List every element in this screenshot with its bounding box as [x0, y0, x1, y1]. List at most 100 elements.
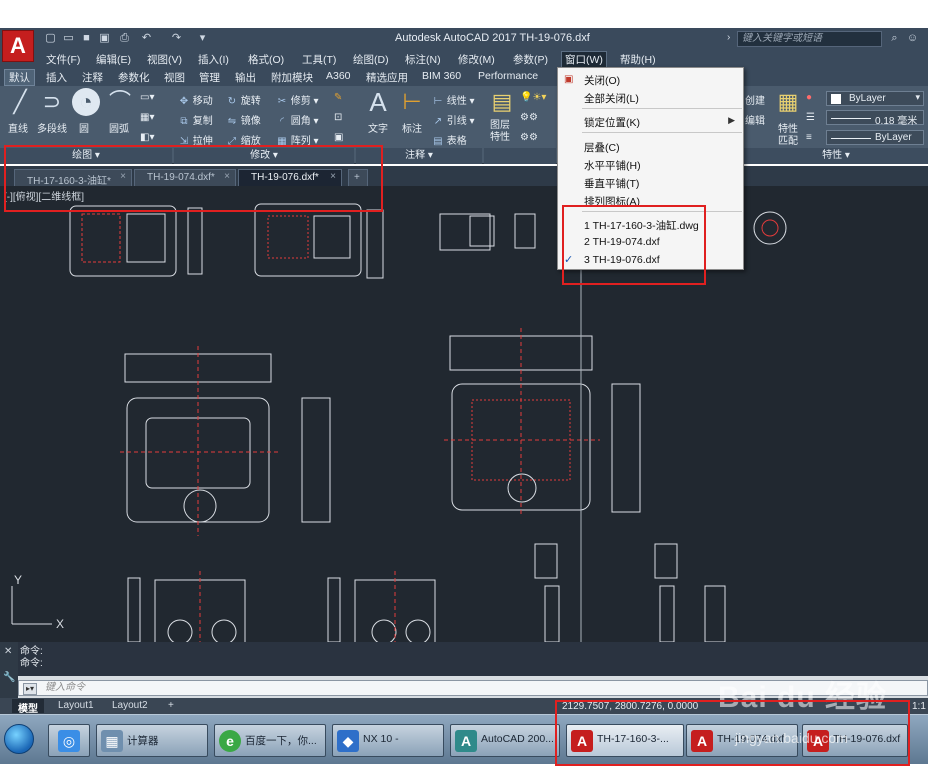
layer-properties-icon[interactable]: ▤ [488, 88, 516, 116]
taskbar-autocad-group[interactable]: A AutoCAD 200... [450, 724, 560, 757]
tab-performance[interactable]: Performance [478, 70, 538, 82]
menu-modify[interactable]: 修改(M) [458, 52, 495, 67]
taskbar-pinned-app[interactable]: ◎ [48, 724, 90, 757]
match-properties-label[interactable]: 匹配 [778, 132, 798, 147]
array-tool[interactable]: ▦ 阵列 ▾ [276, 132, 318, 147]
line-icon[interactable]: ╱ [6, 88, 34, 116]
tab-view[interactable]: 视图 [164, 70, 185, 85]
new-file-icon[interactable]: ▢ [44, 32, 57, 45]
menu-file[interactable]: 文件(F) [46, 52, 80, 67]
command-prompt-icon[interactable]: ▸▾ [23, 683, 37, 695]
tab-a360[interactable]: A360 [326, 70, 351, 82]
tab-manage[interactable]: 管理 [199, 70, 220, 85]
save-icon[interactable]: ■ [80, 32, 93, 45]
rectangle-icon[interactable]: ▭▾ [140, 92, 154, 103]
color-select[interactable]: ByLayer ▾ [826, 91, 924, 106]
workspace-icon[interactable]: ▾ [196, 32, 209, 45]
menu-item-cascade[interactable]: 层叠(C) [584, 140, 620, 155]
user-icon[interactable]: ☺ [906, 32, 919, 45]
menu-window[interactable]: 窗口(W) [561, 51, 607, 68]
linear-tool[interactable]: ⊢ 线性 ▾ [432, 92, 475, 107]
bulb-icon[interactable]: 💡☀▾ [520, 92, 546, 103]
drawing-canvas[interactable]: [-][俯视][二维线框] Y X [0, 186, 928, 642]
linetype-select[interactable]: ByLayer [826, 130, 924, 145]
leader-tool[interactable]: ↗ 引线 ▾ [432, 112, 475, 127]
save-as-icon[interactable]: ▣ [98, 32, 111, 45]
panel-title-annotation[interactable]: 注释 ▾ [356, 148, 482, 164]
doc-tab-3[interactable]: TH-19-076.dxf* × [238, 169, 342, 186]
menu-dimension[interactable]: 标注(N) [405, 52, 441, 67]
annotation-scale[interactable]: 1:1 [912, 701, 926, 712]
menu-item-lock-location[interactable]: 锁定位置(K) [584, 115, 640, 130]
tab-output[interactable]: 输出 [235, 70, 256, 85]
coordinate-readout[interactable]: 2129.7507, 2800.7276, 0.0000 [562, 701, 698, 712]
application-menu-button[interactable]: A [2, 30, 34, 62]
tab-featured-apps[interactable]: 精选应用 [366, 70, 408, 85]
doc-tab-1[interactable]: TH-17-160-3-油缸* × [14, 169, 132, 187]
search-input[interactable]: 键入关键字或短语 [737, 31, 882, 47]
dimension-tool-label[interactable]: 标注 [402, 120, 422, 135]
circle-tool-label[interactable]: 圆 [79, 120, 89, 135]
layer-tools-icon[interactable]: ⚙⚙ [520, 112, 538, 123]
taskbar-calculator[interactable]: ▦ 计算器 [96, 724, 208, 757]
line-tool-label[interactable]: 直线 [8, 120, 28, 135]
arc-tool-label[interactable]: 圆弧 [109, 120, 129, 135]
panel-title-draw[interactable]: 绘图 ▾ [0, 148, 172, 164]
new-tab-button[interactable]: + [348, 169, 368, 186]
menu-item-tile-horizontal[interactable]: 水平平铺(H) [584, 158, 641, 173]
start-button[interactable] [4, 724, 34, 754]
properties-icon[interactable]: ▦ [774, 88, 802, 116]
panel-title-modify[interactable]: 修改 ▾ [174, 148, 354, 164]
block-create-label[interactable]: 创建 [745, 92, 765, 107]
menu-view[interactable]: 视图(V) [147, 52, 182, 67]
tab-bim360[interactable]: BIM 360 [422, 70, 461, 82]
redo-icon[interactable]: ↷ [170, 32, 183, 45]
lineweight-select[interactable]: 0.18 毫米 [826, 110, 924, 127]
layer-match-icon[interactable]: ⚙⚙ [520, 132, 538, 143]
command-line-grip[interactable]: ✕ 🔧 [0, 642, 18, 698]
print-icon[interactable]: ⎙ [118, 32, 131, 45]
wrench-icon[interactable]: 🔧 [3, 672, 15, 683]
text-icon[interactable]: A [364, 88, 392, 116]
menu-parametric[interactable]: 参数(P) [513, 52, 548, 67]
menu-tools[interactable]: 工具(T) [302, 52, 336, 67]
close-icon[interactable]: × [120, 171, 126, 182]
menu-item-close-all[interactable]: 全部关闭(L) [584, 91, 639, 106]
undo-icon[interactable]: ↶ [140, 32, 153, 45]
tab-default[interactable]: 默认 [4, 69, 35, 86]
taskbar-doc-1[interactable]: A TH-17-160-3-... [566, 724, 684, 757]
add-layout-button[interactable]: + [162, 699, 180, 713]
menu-item-window-1[interactable]: 1 TH-17-160-3-油缸.dwg [584, 218, 699, 233]
block-edit-label[interactable]: 编辑 [745, 112, 765, 127]
table-tool[interactable]: ▤ 表格 [432, 132, 467, 147]
menu-draw[interactable]: 绘图(D) [353, 52, 389, 67]
taskbar-browser[interactable]: e 百度一下，你... [214, 724, 326, 757]
explode-icon[interactable]: ⊡ [334, 112, 342, 123]
polyline-icon[interactable]: ⊃ [38, 88, 66, 116]
menu-item-arrange-icons[interactable]: 排列图标(A) [584, 194, 640, 209]
menu-item-window-2[interactable]: 2 TH-19-074.dxf [584, 236, 660, 248]
text-tool-label[interactable]: 文字 [368, 120, 388, 135]
close-icon[interactable]: × [330, 171, 336, 182]
stretch-tool[interactable]: ⇲ 拉伸 [178, 132, 213, 147]
panel-title-properties[interactable]: 特性 ▾ [744, 148, 928, 164]
hatch-icon[interactable]: ▦▾ [140, 112, 154, 123]
tab-layout1[interactable]: Layout1 [52, 699, 100, 713]
region-icon[interactable]: ◧▾ [140, 132, 154, 143]
tab-model[interactable]: 模型 [12, 699, 44, 715]
rotate-tool[interactable]: ↻ 旋转 [226, 92, 261, 107]
menu-item-tile-vertical[interactable]: 垂直平铺(T) [584, 176, 639, 191]
tab-addins[interactable]: 附加模块 [271, 70, 313, 85]
mirror-tool[interactable]: ⇋ 镜像 [226, 112, 261, 127]
menu-help[interactable]: 帮助(H) [620, 52, 656, 67]
copy-tool[interactable]: ⧉ 复制 [178, 112, 212, 127]
open-file-icon[interactable]: ▭ [62, 32, 75, 45]
arc-icon[interactable]: ⌒ [106, 88, 134, 116]
menu-format[interactable]: 格式(O) [248, 52, 284, 67]
tab-insert[interactable]: 插入 [46, 70, 67, 85]
close-icon[interactable]: ✕ [4, 646, 12, 657]
layer-properties-label[interactable]: 图层 特性 [490, 120, 510, 144]
offset-icon[interactable]: ▣ [334, 132, 343, 143]
trim-tool[interactable]: ✂ 修剪 ▾ [276, 92, 319, 107]
fillet-tool[interactable]: ◜ 圆角 ▾ [276, 112, 319, 127]
